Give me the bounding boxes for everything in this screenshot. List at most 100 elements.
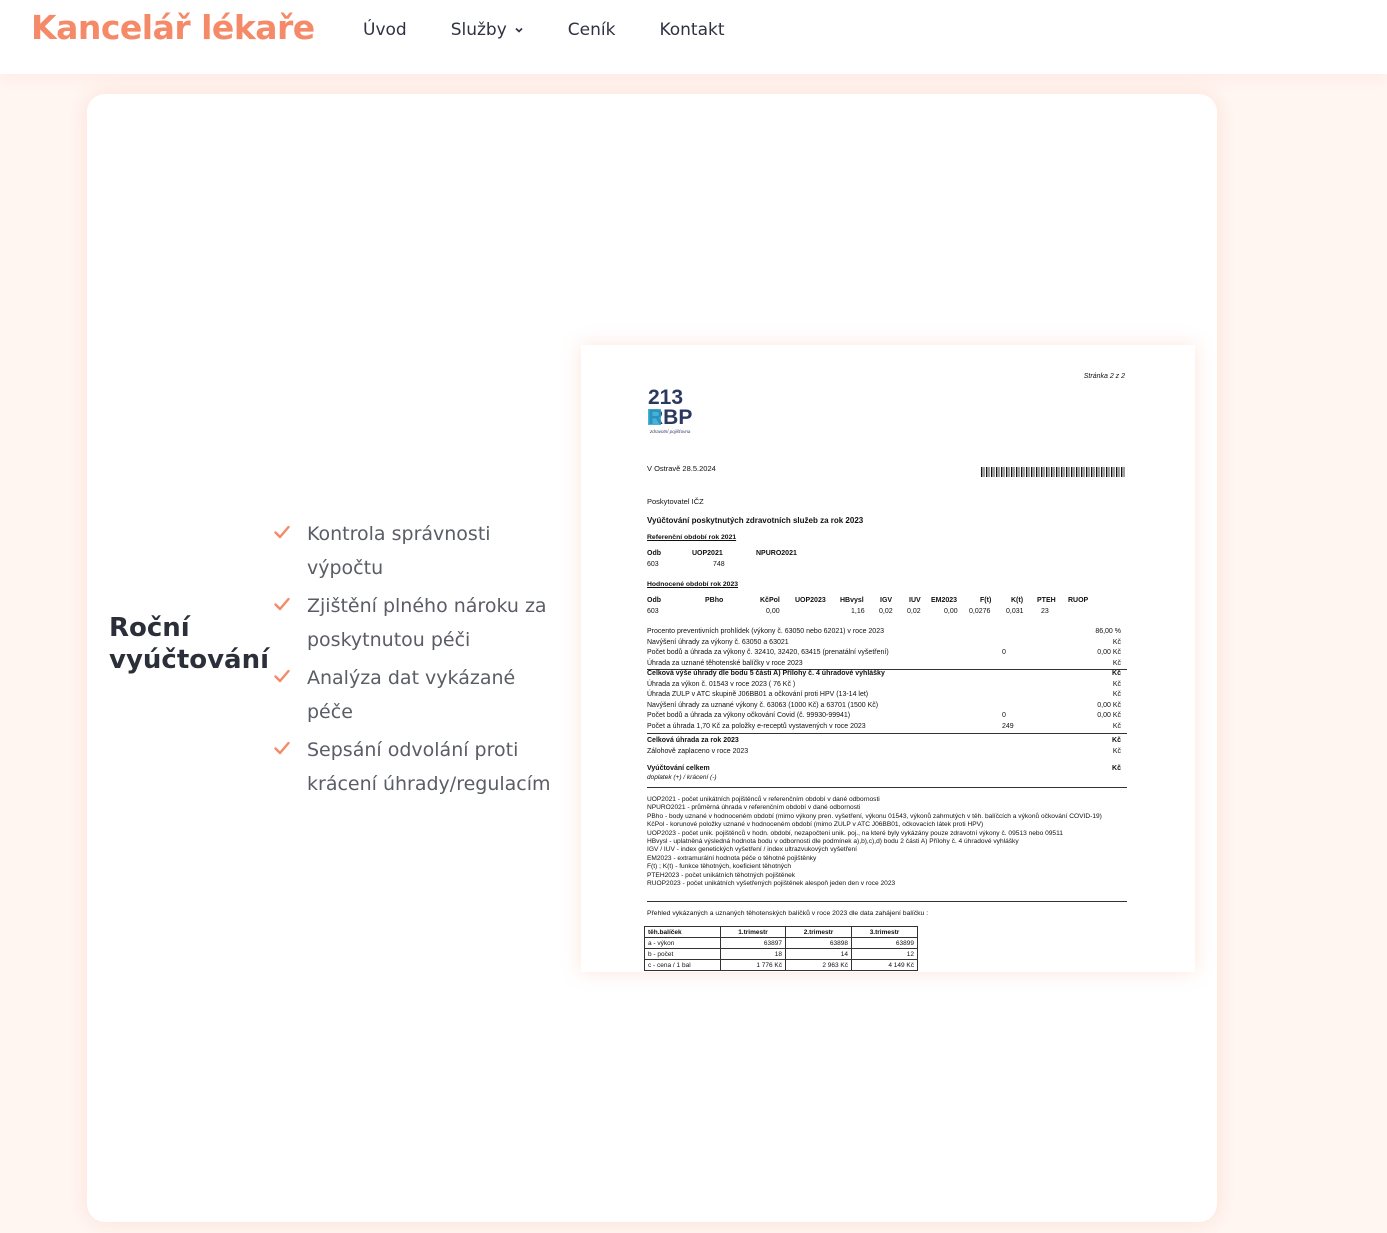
feature-item: Analýza dat vykázané péče (274, 661, 564, 729)
total-line: Celková úhrada za rok 2023 Kč (647, 737, 1121, 744)
divider (647, 901, 1127, 902)
menu-item-kontakt[interactable]: Kontakt (659, 20, 724, 40)
legend-line: UOP2023 - počet unik. pojištěnců v hodn.… (647, 829, 1063, 837)
col: Odb (647, 597, 661, 604)
doc-line: Navýšení úhrady za výkony č. 63050 a 630… (647, 638, 1121, 646)
chevron-down-icon (515, 27, 523, 33)
col: Odb (647, 550, 661, 557)
val: 0,02 (907, 608, 921, 615)
doc-line: Počet a úhrada 1,70 Kč za položky e-rece… (647, 722, 1121, 730)
legend-line: F(t) ; K(t) - funkce těhotných, koeficie… (647, 863, 792, 871)
doc-line: Počet bodů a úhrada za výkony č. 32410, … (647, 649, 1121, 656)
legend-line: HBvysl - uplatněná výsledná hodnota bodu… (647, 838, 1019, 846)
doc-line-text: Navýšení úhrady za uznané výkony č. 6306… (647, 701, 879, 709)
feature-text: Kontrola správnosti výpočtu (307, 523, 491, 579)
col: IUV (909, 597, 921, 604)
menu-label: Ceník (567, 20, 616, 40)
table-header-row: těh.balíček 1.trimestr 2.trimestr 3.trim… (644, 926, 918, 938)
legend-line: PTEH2023 - počet unikátních těhotných po… (647, 871, 796, 879)
val: 0,00 (766, 608, 780, 615)
col: K(t) (1011, 597, 1024, 604)
barcode (981, 467, 1126, 477)
feature-text: Analýza dat vykázané péče (307, 667, 516, 723)
col: PTEH (1037, 597, 1056, 604)
doc-line-text: Úhrada za výkon č. 01543 v roce 2023 ( 7… (647, 680, 796, 688)
check-icon (274, 669, 290, 683)
val: 748 (713, 561, 725, 568)
feature-text: Zjištění plného nároku za poskytnutou pé… (307, 595, 547, 651)
check-icon (274, 741, 290, 755)
doc-line-text: Navýšení úhrady za výkony č. 63050 a 630… (647, 638, 789, 646)
legend-line: PBho - body uznané v hodnoceném období (… (647, 812, 1102, 820)
menu-item-cenik[interactable]: Ceník (568, 20, 616, 40)
col: PBho (705, 597, 724, 604)
provider-line: Poskytovatel IČZ (647, 497, 704, 506)
doc-line: Procento preventivních prohlídek (výkony… (647, 628, 1121, 635)
menu-item-sluzby[interactable]: Služby (451, 20, 524, 40)
eval-period-title: Hodnocené období rok 2023 (647, 581, 739, 588)
doc-line: Úhrada ZULP v ATC skupině J06BB01 a očko… (647, 691, 1121, 698)
menu-label: Služby (450, 20, 507, 40)
col: NPURO2021 (756, 550, 797, 557)
doc-line: Úhrada za uznané těhotenské balíčky v ro… (647, 659, 1121, 667)
val: 0,031 (1006, 608, 1024, 615)
menu-label: Kontakt (659, 20, 725, 40)
feature-item: Zjištění plného nároku za poskytnutou pé… (274, 589, 564, 657)
val: 603 (647, 561, 659, 568)
doc-line-text: Procento preventivních prohlídek (výkony… (647, 628, 884, 635)
val: 1,16 (851, 608, 865, 615)
doc-line-text: Počet bodů a úhrada za výkony očkování C… (647, 712, 851, 719)
top-navbar: Kancelář lékaře Úvod Služby Ceník Kontak… (0, 0, 1387, 74)
advance-line: Zálohově zaplaceno v roce 2023 Kč (647, 748, 1121, 755)
site-logo-text[interactable]: Kancelář lékaře (31, 8, 315, 47)
feature-item: Kontrola správnosti výpočtu (274, 517, 564, 585)
doc-line: Úhrada za výkon č. 01543 v roce 2023 ( 7… (647, 680, 1121, 688)
val: 0,02 (879, 608, 893, 615)
legend-line: KčPol - korunové položky uznané v hodnoc… (647, 821, 984, 829)
doc-line: Celková výše úhrady dle bodu 5 části A) … (647, 670, 1121, 677)
menu-label: Úvod (363, 20, 407, 40)
val: 0,0276 (969, 608, 991, 615)
table-row: b - počet 18 14 12 (644, 948, 918, 960)
main-menu: Úvod Služby Ceník Kontakt (363, 20, 769, 40)
check-icon (274, 525, 290, 539)
doc-line-text: Počet a úhrada 1,70 Kč za položky e-rece… (647, 722, 866, 730)
doc-line-text: Celková výše úhrady dle bodu 5 části A) … (647, 670, 885, 677)
document-preview-image: Stránka 2 z 2 213 RBP zdravotní pojišťov… (581, 345, 1195, 972)
table-row: c - cena / 1 bal 1 776 Kč 2 963 Kč 4 149… (644, 959, 918, 971)
doc-line-text: Počet bodů a úhrada za výkony č. 32410, … (647, 649, 889, 656)
logo-sub-text: zdravotní pojišťovna (649, 429, 691, 434)
col: RUOP (1068, 597, 1089, 604)
feature-text: Sepsání odvolání proti krácení úhrady/re… (307, 739, 551, 795)
packages-table: těh.balíček 1.trimestr 2.trimestr 3.trim… (644, 926, 918, 971)
val: 603 (647, 608, 659, 615)
doc-line: Počet bodů a úhrada za výkony očkování C… (647, 712, 1121, 719)
col: IGV (880, 597, 893, 604)
col: KčPol (760, 597, 780, 604)
insurer-logo: 213 RBP zdravotní pojišťovna (648, 387, 692, 434)
divider (647, 733, 1127, 734)
document-heading: Vyúčtování poskytnutých zdravotních služ… (647, 516, 864, 525)
legend-line: EM2023 - extramurální hodnota péče o těh… (647, 854, 817, 862)
legend-line: IGV / IUV - index genetických vyšetření … (647, 846, 857, 854)
val: 23 (1041, 608, 1049, 615)
legend-block: UOP2021 - počet unikátních pojištěnců v … (647, 796, 1127, 888)
divider (647, 787, 1127, 788)
legend-line: RUOP2023 - počet unikátních vyšetřených … (647, 880, 896, 888)
legend-line: NPURO2021 - průměrná úhrada v referenční… (647, 804, 861, 812)
doc-line-text: Úhrada za uznané těhotenské balíčky v ro… (647, 659, 803, 667)
col: HBvysl (840, 597, 864, 604)
val: 0,00 (944, 608, 958, 615)
col: EM2023 (931, 597, 958, 604)
col: UOP2023 (795, 597, 826, 604)
check-icon (274, 597, 290, 611)
col: UOP2021 (692, 550, 723, 557)
doc-line: Navýšení úhrady za uznané výkony č. 6306… (647, 701, 1121, 709)
feature-item: Sepsání odvolání proti krácení úhrady/re… (274, 733, 564, 801)
menu-item-uvod[interactable]: Úvod (363, 20, 407, 40)
page-number: Stránka 2 z 2 (1083, 373, 1125, 380)
overview-text: Přehled vykázaných a uznaných těhotenský… (647, 910, 929, 917)
table-row: a - výkon 63897 63898 63899 (644, 937, 918, 949)
settlement-sub: doplatek (+) / krácení (-) (647, 774, 717, 781)
feature-list: Kontrola správnosti výpočtu Zjištění pln… (274, 517, 564, 805)
